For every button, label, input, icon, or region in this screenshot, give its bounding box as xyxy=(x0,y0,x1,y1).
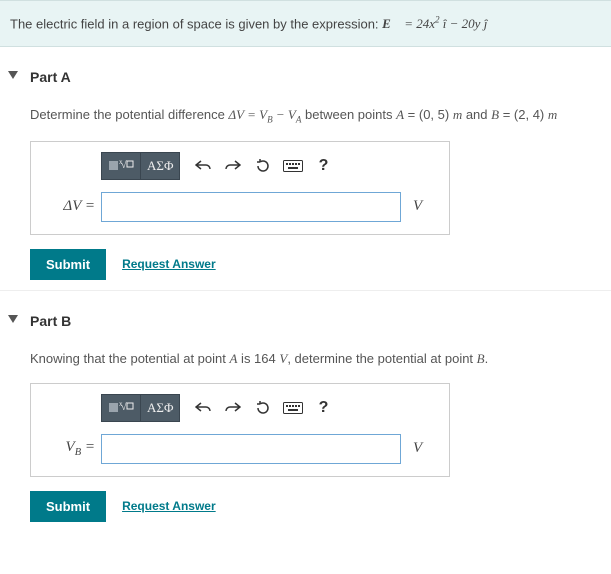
part-b-answer-unit: V xyxy=(401,440,422,457)
part-b-toolbar: x √ ΑΣΦ ? xyxy=(101,394,439,422)
part-b-header[interactable]: Part B xyxy=(30,313,601,329)
redo-button[interactable] xyxy=(218,152,248,180)
part-a: Part A Determine the potential differenc… xyxy=(0,47,611,290)
part-a-answer-unit: V xyxy=(401,198,422,215)
undo-button[interactable] xyxy=(188,152,218,180)
undo-button[interactable] xyxy=(188,394,218,422)
part-a-answer-input[interactable] xyxy=(101,192,401,222)
part-a-answer-box: x √ ΑΣΦ ? xyxy=(30,141,450,235)
redo-button[interactable] xyxy=(218,394,248,422)
help-button[interactable]: ? xyxy=(308,394,338,422)
part-b-prompt: Knowing that the potential at point A is… xyxy=(30,351,601,367)
greek-letters-button[interactable]: ΑΣΦ xyxy=(140,394,180,422)
help-label: ? xyxy=(319,157,329,175)
greek-label: ΑΣΦ xyxy=(147,158,173,174)
problem-statement: The electric field in a region of space … xyxy=(0,0,611,47)
part-a-answer-label: ΔV = xyxy=(41,198,101,215)
part-b: Part B Knowing that the potential at poi… xyxy=(0,291,611,532)
part-b-request-answer-link[interactable]: Request Answer xyxy=(122,499,216,513)
svg-text:√: √ xyxy=(121,160,127,171)
caret-down-icon xyxy=(8,71,18,79)
greek-label: ΑΣΦ xyxy=(147,400,173,416)
part-b-answer-input[interactable] xyxy=(101,434,401,464)
part-a-actions: Submit Request Answer xyxy=(30,249,601,280)
part-a-header[interactable]: Part A xyxy=(30,69,601,85)
template-picker-button[interactable]: x √ xyxy=(101,394,140,422)
keyboard-button[interactable] xyxy=(278,152,308,180)
part-b-actions: Submit Request Answer xyxy=(30,491,601,522)
help-label: ? xyxy=(319,399,329,417)
problem-lead: The electric field in a region of space … xyxy=(10,16,382,31)
template-picker-button[interactable]: x √ xyxy=(101,152,140,180)
reset-button[interactable] xyxy=(248,394,278,422)
part-a-title: Part A xyxy=(30,69,71,85)
part-a-request-answer-link[interactable]: Request Answer xyxy=(122,257,216,271)
part-b-submit-button[interactable]: Submit xyxy=(30,491,106,522)
part-a-prompt: Determine the potential difference ΔV = … xyxy=(30,107,601,125)
part-a-submit-button[interactable]: Submit xyxy=(30,249,106,280)
part-b-answer-label: VB = xyxy=(41,439,101,458)
part-b-title: Part B xyxy=(30,313,71,329)
greek-letters-button[interactable]: ΑΣΦ xyxy=(140,152,180,180)
part-b-answer-box: x √ ΑΣΦ ? xyxy=(30,383,450,477)
part-a-toolbar: x √ ΑΣΦ ? xyxy=(101,152,439,180)
svg-text:√: √ xyxy=(121,402,127,413)
reset-button[interactable] xyxy=(248,152,278,180)
keyboard-button[interactable] xyxy=(278,394,308,422)
help-button[interactable]: ? xyxy=(308,152,338,180)
problem-expression: E⃗ = 24x2 î − 20y ĵ xyxy=(382,16,487,31)
part-a-answer-row: ΔV = V xyxy=(41,192,439,222)
part-b-answer-row: VB = V xyxy=(41,434,439,464)
caret-down-icon xyxy=(8,315,18,323)
